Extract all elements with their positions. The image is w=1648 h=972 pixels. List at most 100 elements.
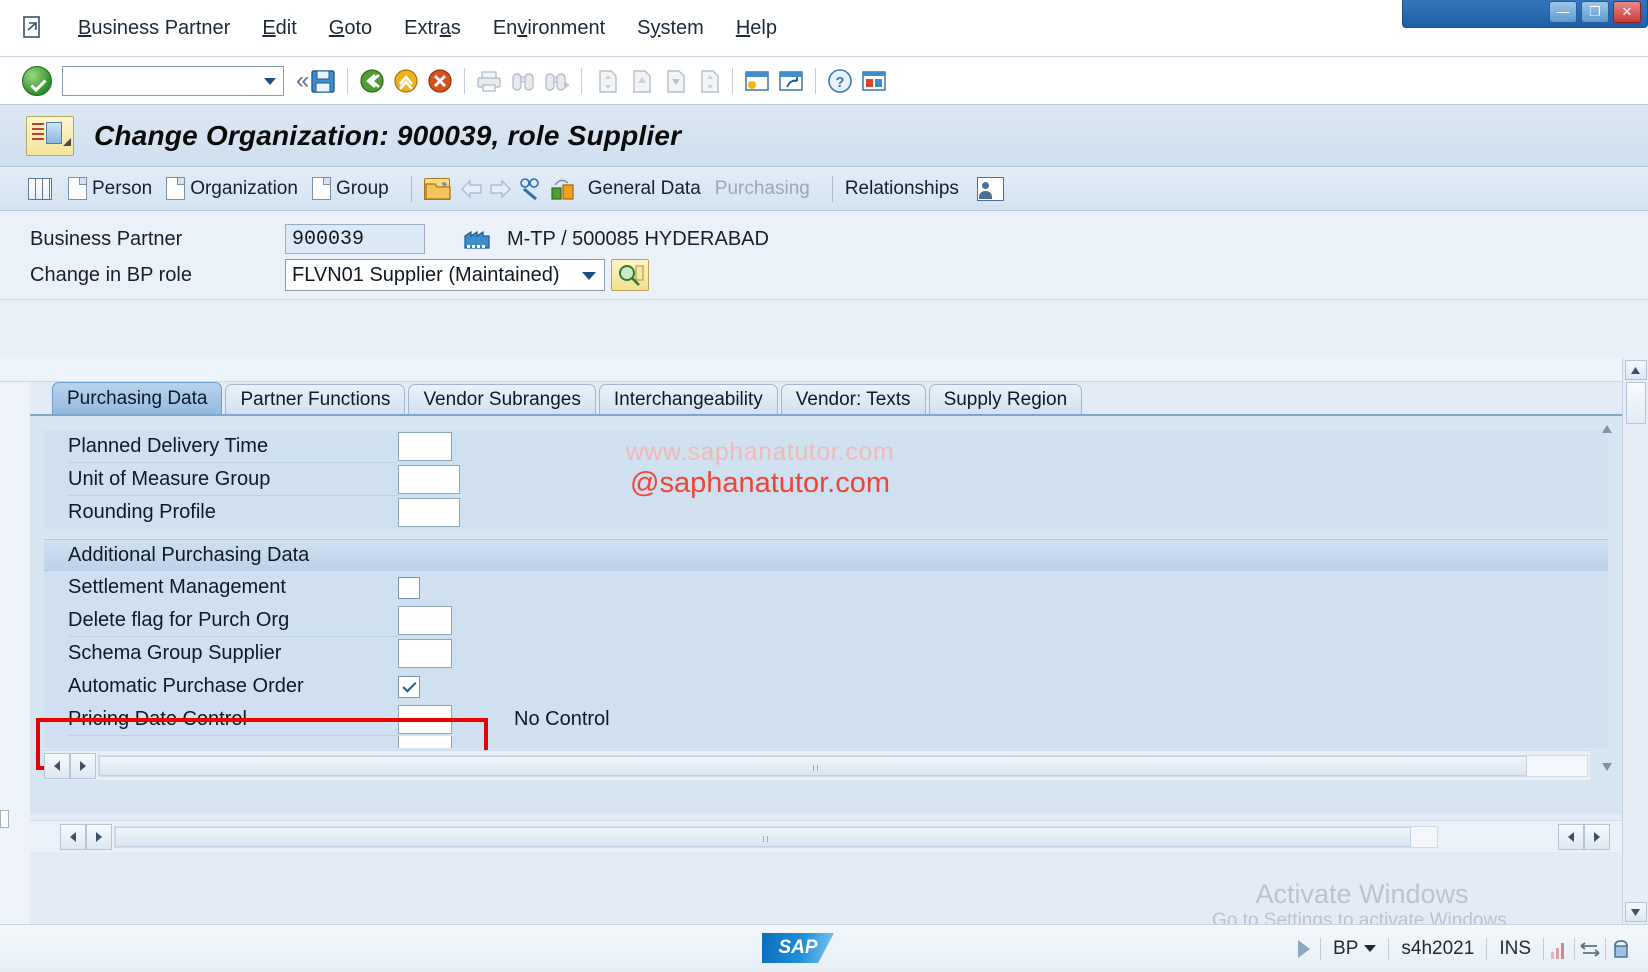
display-change-button[interactable]: [514, 177, 548, 201]
panel-vertical-scrollbar[interactable]: [1598, 422, 1616, 774]
group-button[interactable]: Group: [310, 175, 401, 202]
chevron-down-icon[interactable]: [1364, 944, 1377, 952]
pricing-date-control-value: No Control: [514, 708, 610, 730]
menu-item-environment[interactable]: Environment: [477, 15, 621, 42]
automatic-purchase-order-checkbox[interactable]: [398, 675, 420, 698]
customize-local-layout-icon[interactable]: [859, 66, 889, 96]
outer-scroll-thumb[interactable]: [115, 826, 1411, 847]
field-row-settlement-management: Settlement Management: [44, 571, 1608, 604]
exit-document-icon[interactable]: [18, 15, 44, 41]
business-partner-row: Business Partner 900039 M-TP / 500085 HY…: [0, 221, 1648, 257]
open-button[interactable]: [422, 176, 458, 202]
command-field[interactable]: [62, 65, 284, 96]
scroll-down-small-icon[interactable]: [1599, 760, 1615, 774]
document-icon: [166, 177, 186, 200]
outer-scroll-right-button[interactable]: [86, 823, 112, 850]
data-transfer-icon[interactable]: [1575, 936, 1605, 962]
transaction-code[interactable]: BP: [1321, 938, 1388, 960]
scroll-right-button[interactable]: [70, 752, 96, 779]
yellow-up-arrow-icon[interactable]: [391, 66, 421, 96]
scroll-left-button[interactable]: [44, 752, 70, 779]
person-button[interactable]: Person: [66, 175, 164, 202]
scroll-up-small-icon[interactable]: [1599, 422, 1615, 436]
enter-ok-button[interactable]: [22, 65, 52, 96]
restore-button[interactable]: ❐: [1581, 1, 1609, 23]
tab-supply-region[interactable]: Supply Region: [928, 384, 1083, 414]
bp-role-select[interactable]: FLVN01 Supplier (Maintained): [285, 259, 605, 291]
green-back-arrow-icon[interactable]: [357, 66, 387, 96]
schema-group-supplier-input[interactable]: [398, 639, 452, 668]
organization-button-label: Organization: [190, 177, 298, 199]
screen-scroll-up-button[interactable]: [1624, 360, 1647, 380]
group-button-label: Group: [335, 177, 389, 199]
tab-purchasing-data[interactable]: Purchasing Data: [52, 382, 223, 414]
rounding-profile-input[interactable]: [398, 498, 460, 527]
chevron-down-icon[interactable]: [264, 77, 276, 85]
page-title: Change Organization: 900039, role Suppli…: [94, 119, 682, 151]
screen-scroll-thumb[interactable]: [1625, 382, 1646, 424]
list-view-button[interactable]: [26, 176, 66, 202]
system-id[interactable]: s4h2021: [1389, 938, 1486, 960]
field-row-delete-flag-purch-org: Delete flag for Purch Org: [44, 604, 1608, 637]
outer-scroll-track[interactable]: [114, 825, 1438, 848]
tab-vendor-subranges[interactable]: Vendor Subranges: [408, 384, 596, 414]
menu-item-goto[interactable]: Goto: [313, 15, 388, 42]
settlement-management-checkbox[interactable]: [398, 576, 420, 599]
save-floppy-icon[interactable]: [308, 66, 338, 96]
outer-scroll-left-button[interactable]: [60, 823, 86, 850]
person-card-button[interactable]: [971, 175, 1016, 203]
screen-scroll-down-button[interactable]: [1624, 902, 1647, 922]
insert-mode[interactable]: INS: [1487, 938, 1543, 960]
horizontal-scroll-track[interactable]: [98, 754, 1588, 777]
field-row-planned-delivery-time: Planned Delivery Time: [44, 430, 1608, 463]
shortcut-icon[interactable]: [776, 66, 806, 96]
schema-group-supplier-label: Schema Group Supplier: [68, 642, 282, 664]
tab-vendor-texts[interactable]: Vendor: Texts: [780, 384, 926, 414]
outer-scroll-left-button-2[interactable]: [1558, 823, 1584, 850]
play-triangle-icon: [1298, 939, 1311, 958]
menu-item-system[interactable]: System: [621, 15, 720, 42]
relationships-button[interactable]: Relationships: [843, 176, 971, 202]
organization-button[interactable]: Organization: [164, 175, 310, 202]
collapse-toolbar-button[interactable]: «: [296, 67, 309, 95]
pricing-date-control-input[interactable]: [398, 705, 452, 734]
resize-grip-icon[interactable]: [1606, 936, 1636, 962]
left-arrow-icon: [460, 178, 484, 200]
menu-item-edit[interactable]: Edit: [246, 15, 312, 42]
bp-role-search-button[interactable]: [611, 259, 649, 291]
outer-scroll-right-button-2[interactable]: [1584, 823, 1610, 850]
unit-of-measure-group-label: Unit of Measure Group: [68, 463, 398, 496]
switch-view-button[interactable]: [548, 177, 586, 201]
purchasing-data-panel: www.saphanatutor.com @saphanatutor.com P…: [30, 416, 1622, 814]
screen-vertical-scrollbar[interactable]: [1622, 358, 1648, 924]
tab-interchangeability[interactable]: Interchangeability: [598, 384, 778, 414]
chevron-down-icon[interactable]: [582, 272, 596, 280]
binoculars-icon: [508, 66, 538, 96]
command-input[interactable]: [63, 69, 259, 92]
plant-factory-icon: [463, 226, 493, 252]
tab-partner-functions[interactable]: Partner Functions: [225, 384, 406, 414]
purchasing-label: Purchasing: [714, 177, 810, 199]
question-mark-help-icon[interactable]: ?: [825, 66, 855, 96]
sap-gui-window: BBusiness Partnerusiness Partner Edit Go…: [0, 0, 1648, 972]
binoculars-plus-icon: [542, 66, 572, 96]
previous-button: [458, 178, 486, 200]
red-cancel-x-icon[interactable]: [425, 66, 455, 96]
unit-of-measure-group-input[interactable]: [398, 465, 460, 494]
general-data-button[interactable]: General Data: [586, 176, 713, 202]
planned-delivery-time-input[interactable]: [398, 432, 452, 461]
panel-horizontal-scrollbar[interactable]: [44, 750, 1590, 780]
delete-flag-purch-org-input[interactable]: [398, 606, 452, 635]
new-session-icon[interactable]: [742, 66, 772, 96]
menu-item-business-partner[interactable]: BBusiness Partnerusiness Partner: [62, 15, 246, 42]
signal-bars-icon[interactable]: [1544, 936, 1574, 962]
horizontal-scroll-thumb[interactable]: [99, 755, 1528, 776]
screen-horizontal-scrollbar[interactable]: [30, 820, 1622, 852]
glasses-pencil-icon: [518, 177, 544, 201]
close-button[interactable]: ✕: [1613, 1, 1641, 23]
minimize-button[interactable]: —: [1549, 1, 1577, 23]
next-field-input[interactable]: [398, 736, 452, 748]
menu-item-help[interactable]: Help: [720, 15, 793, 42]
business-partner-input[interactable]: 900039: [285, 224, 425, 254]
menu-item-extras[interactable]: Extras: [388, 15, 477, 42]
